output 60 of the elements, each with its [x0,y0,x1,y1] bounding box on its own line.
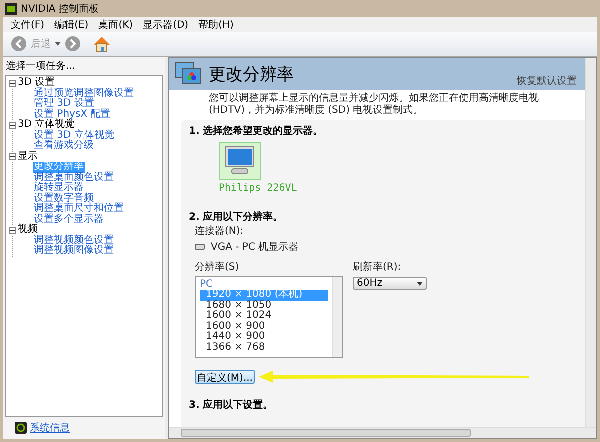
tree-item[interactable]: 设置 PhysX 配置 [33,110,112,120]
section-heading: 1. 选择您希望更改的显示器。 [189,124,324,138]
resolution-option[interactable]: 1366 × 768 [200,342,328,353]
tree-item[interactable]: 设置多个显示器 [33,214,105,225]
page-title: 更改分辨率 [209,64,294,86]
menu-item[interactable]: 显示器(D) [139,18,193,32]
vga-port-icon [195,244,205,250]
tree-category[interactable]: 3D 立体视觉 [18,120,76,130]
refresh-label: 刷新率(R): [353,260,402,274]
task-heading: 选择一项任务... [5,60,77,74]
monitor-icon [175,61,203,87]
menu-item[interactable]: 桌面(K) [94,18,138,32]
system-info-link[interactable]: 系统信息 [30,421,70,435]
tree-item[interactable]: 调整视频颜色设置 [33,236,115,246]
tree-category[interactable]: 视频 [18,225,38,236]
collapse-toggle-icon[interactable] [9,153,16,160]
tree-item[interactable]: 调整视频图像设置 [33,246,115,256]
section-heading: 3. 应用以下设置。 [189,398,274,412]
tree-item[interactable]: 调整桌面尺寸和位置 [33,204,125,214]
custom-button[interactable]: 自定义(M)... [195,370,255,384]
resolution-option[interactable]: 1600 × 900 [200,322,328,332]
connector-label: 连接器(N): [195,224,245,238]
info-icon [15,422,27,434]
tree-item[interactable]: 管理 3D 设置 [33,99,96,110]
dropdown-icon[interactable] [55,42,61,46]
display-name: Philips 226VL [219,183,298,194]
tree-item[interactable]: 通过预览调整图像设置 [33,88,135,99]
tree-item[interactable]: 查看游戏分级 [33,141,95,152]
connector-value: VGA - PC 机显示器 [211,240,299,254]
forward-icon[interactable] [65,36,81,52]
home-icon[interactable] [93,36,111,52]
horizontal-scrollbar[interactable] [169,427,596,438]
vertical-scrollbar[interactable] [585,58,596,427]
tree-item[interactable]: 设置 3D 立体视觉 [33,130,116,141]
caret-icon [417,282,423,286]
tree-item[interactable]: 调整桌面颜色设置 [33,172,115,183]
menu-item[interactable]: 文件(F) [7,18,49,32]
group-label: PC [200,279,214,290]
collapse-toggle-icon[interactable] [9,122,16,129]
list-scrollbar[interactable] [332,277,342,357]
resolution-label: 分辨率(S) [195,260,240,274]
refresh-select[interactable]: 60Hz [353,277,427,290]
section-heading: 2. 应用以下分辨率。 [189,210,284,224]
tree-item[interactable]: 设置数字音频 [33,194,95,204]
window-title: NVIDIA 控制面板 [21,2,99,16]
restore-defaults-link[interactable]: 恢复默认设置 [517,74,577,88]
collapse-toggle-icon[interactable] [9,80,16,87]
tree-category[interactable]: 3D 设置 [18,78,56,88]
resolution-option[interactable]: 1600 × 1024 [200,311,328,322]
collapse-toggle-icon[interactable] [9,226,16,234]
back-icon[interactable] [11,36,27,52]
description-text: 您可以调整屏幕上显示的信息量并减少闪烁。如果您正在使用高清晰度电视 (HDTV)，并为标准清晰度 (SD) 电视设置制式。 [209,93,540,117]
tree-item[interactable]: 旋转显示器 [33,183,85,194]
menu-item[interactable]: 编辑(E) [50,18,93,32]
display-tile[interactable] [219,142,261,180]
monitor-icon [224,145,256,177]
resolution-option[interactable]: 1440 × 900 [200,332,328,342]
menu-item[interactable]: 帮助(H) [194,18,238,32]
tree-category[interactable]: 显示 [18,152,38,162]
resolution-option[interactable]: 1680 × 1050 [200,300,328,311]
